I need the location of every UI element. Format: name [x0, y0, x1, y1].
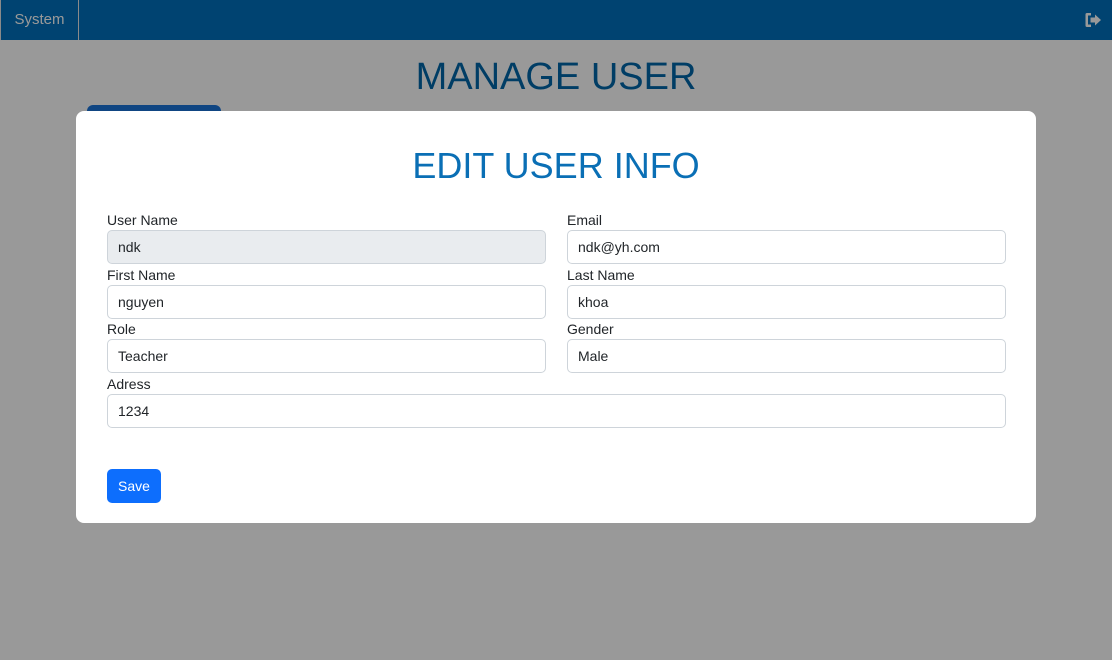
first-name-field[interactable] — [107, 285, 546, 319]
user-name-field[interactable] — [107, 230, 546, 264]
user-name-label: User Name — [107, 212, 178, 228]
edit-user-modal: EDIT USER INFO User Name Email First Nam… — [76, 111, 1036, 523]
modal-title: EDIT USER INFO — [412, 145, 700, 186]
role-field[interactable] — [107, 339, 546, 373]
email-field[interactable] — [567, 230, 1006, 264]
address-field[interactable] — [107, 394, 1006, 428]
role-label: Role — [107, 321, 136, 337]
gender-label: Gender — [567, 321, 614, 337]
address-label: Adress — [107, 376, 151, 392]
save-button[interactable]: Save — [107, 469, 161, 503]
gender-field[interactable] — [567, 339, 1006, 373]
email-label: Email — [567, 212, 603, 228]
last-name-label: Last Name — [567, 267, 635, 283]
last-name-field[interactable] — [567, 285, 1006, 319]
first-name-label: First Name — [107, 267, 176, 283]
